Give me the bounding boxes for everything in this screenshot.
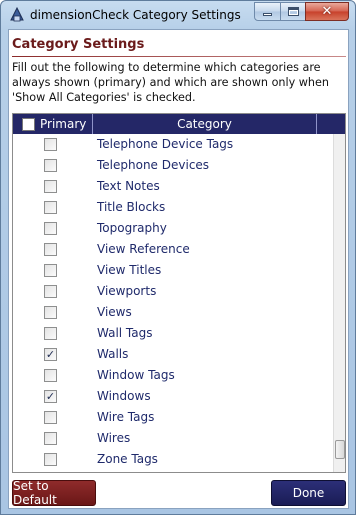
primary-checkbox[interactable] <box>44 138 57 151</box>
table-row[interactable]: Telephone Devices <box>13 155 333 176</box>
category-name: View Titles <box>97 263 162 277</box>
table-row[interactable]: Telephone Device Tags <box>13 134 333 155</box>
primary-checkbox[interactable] <box>44 222 57 235</box>
table-row[interactable]: Viewports <box>13 281 333 302</box>
checkmark-icon: ✓ <box>45 348 56 361</box>
primary-checkbox[interactable] <box>44 369 57 382</box>
category-name: Viewports <box>97 284 157 298</box>
category-name: Wires <box>97 431 131 445</box>
category-name: Walls <box>97 347 129 361</box>
column-label-primary: Primary <box>40 117 87 131</box>
vertical-scrollbar[interactable] <box>333 134 345 472</box>
done-button[interactable]: Done <box>271 480 346 506</box>
table-row[interactable]: Wires <box>13 428 333 449</box>
primary-checkbox[interactable] <box>44 285 57 298</box>
primary-checkbox[interactable]: ✓ <box>44 390 57 403</box>
checkmark-icon: ✓ <box>45 390 56 403</box>
table-row[interactable]: Wall Tags <box>13 323 333 344</box>
table-row[interactable]: View Titles <box>13 260 333 281</box>
primary-checkbox[interactable] <box>44 327 57 340</box>
primary-checkbox[interactable] <box>44 180 57 193</box>
set-to-default-button[interactable]: Set to Default <box>12 479 96 507</box>
column-header-primary[interactable]: Primary <box>13 114 93 134</box>
primary-checkbox[interactable] <box>44 201 57 214</box>
category-name: Wall Tags <box>97 326 153 340</box>
table-row[interactable]: Topography <box>13 218 333 239</box>
table-row[interactable]: Wire Tags <box>13 407 333 428</box>
dialog-window: dimensionCheck Category Settings ✕ Categ… <box>0 0 356 515</box>
table-row[interactable]: View Reference <box>13 239 333 260</box>
title-bar[interactable]: dimensionCheck Category Settings ✕ <box>1 1 355 29</box>
category-name: Telephone Devices <box>97 158 210 172</box>
grid-rows: Telephone Device Tags Telephone Devices Te… <box>13 134 333 472</box>
primary-checkbox[interactable] <box>44 411 57 424</box>
dialog-content: Category Settings Fill out the following… <box>8 29 349 509</box>
category-name: Views <box>97 305 132 319</box>
title-divider <box>12 56 346 57</box>
table-row[interactable]: ✓ Windows <box>13 386 333 407</box>
close-button[interactable]: ✕ <box>305 2 349 21</box>
scrollbar-thumb[interactable] <box>335 440 345 459</box>
primary-checkbox[interactable]: ✓ <box>44 348 57 361</box>
table-row[interactable]: Window Tags <box>13 365 333 386</box>
primary-checkbox[interactable] <box>44 264 57 277</box>
window-title: dimensionCheck Category Settings <box>30 8 241 22</box>
category-name: Topography <box>97 221 167 235</box>
close-icon: ✕ <box>321 4 333 19</box>
maximize-button[interactable] <box>280 2 306 21</box>
category-name: Windows <box>97 389 151 403</box>
column-header-category[interactable]: Category <box>93 114 317 134</box>
maximize-icon <box>287 7 299 16</box>
primary-checkbox[interactable] <box>44 159 57 172</box>
table-row[interactable]: Text Notes <box>13 176 333 197</box>
category-name: Text Notes <box>97 179 160 193</box>
category-name: Zone Tags <box>97 452 158 466</box>
primary-checkbox[interactable] <box>44 432 57 445</box>
primary-checkbox[interactable] <box>44 306 57 319</box>
page-title: Category Settings <box>12 37 145 52</box>
primary-checkbox[interactable] <box>44 243 57 256</box>
category-name: Telephone Device Tags <box>97 137 234 151</box>
category-name: Wire Tags <box>97 410 155 424</box>
primary-checkbox[interactable] <box>44 453 57 466</box>
category-grid: Primary Category Telephone Device Tags Te… <box>12 113 346 473</box>
grid-header: Primary Category <box>13 114 345 134</box>
category-name: Title Blocks <box>97 200 166 214</box>
select-all-checkbox[interactable] <box>22 117 35 131</box>
description-text: Fill out the following to determine whic… <box>12 61 329 104</box>
minimize-icon <box>263 13 272 16</box>
minimize-button[interactable] <box>254 2 281 21</box>
table-row[interactable]: Title Blocks <box>13 197 333 218</box>
table-row[interactable]: Zone Tags <box>13 449 333 470</box>
column-header-filler <box>317 114 345 134</box>
category-name: Window Tags <box>97 368 175 382</box>
app-icon[interactable] <box>9 6 25 23</box>
table-row[interactable]: Views <box>13 302 333 323</box>
category-name: View Reference <box>97 242 190 256</box>
table-row[interactable]: ✓ Walls <box>13 344 333 365</box>
